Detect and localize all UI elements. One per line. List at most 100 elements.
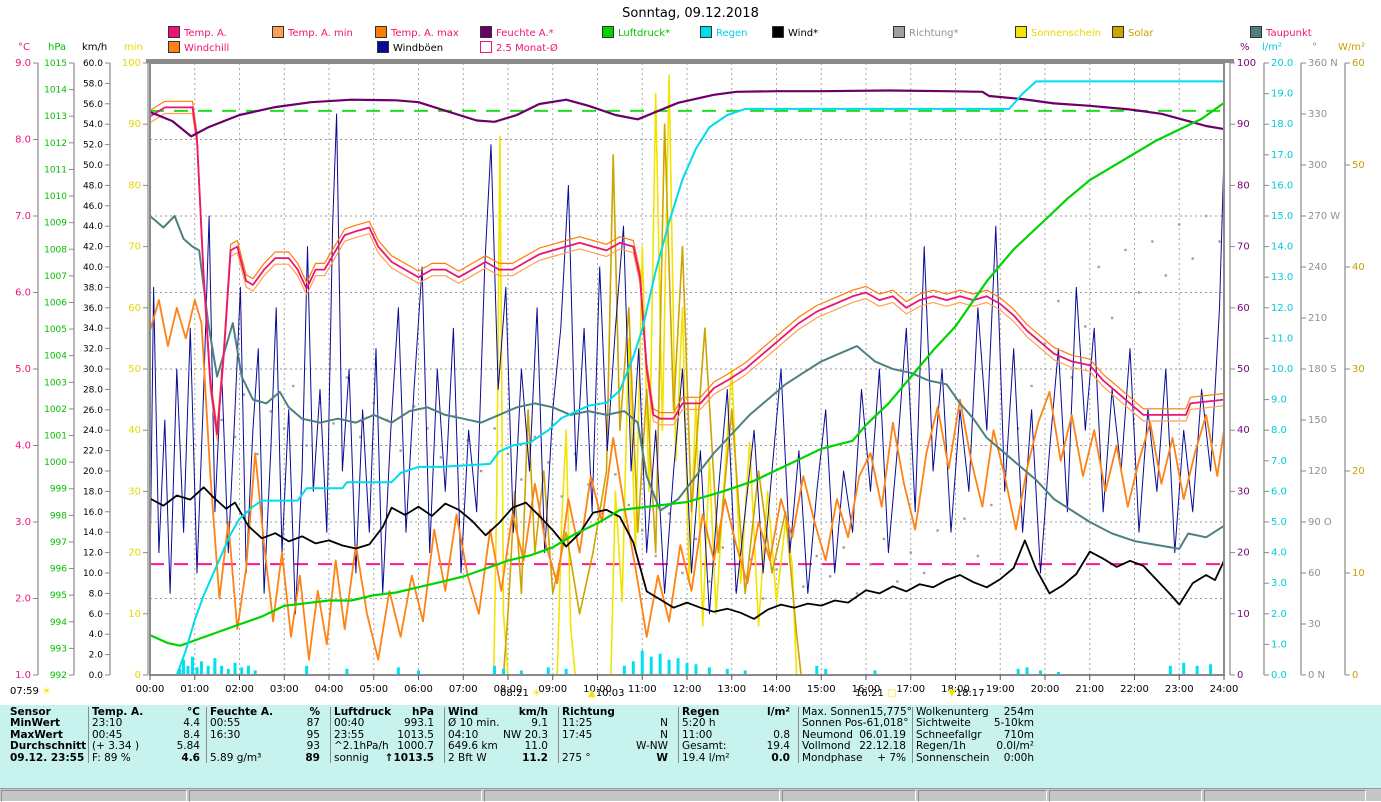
svg-text:330: 330 [1308,109,1327,120]
svg-text:1007: 1007 [44,272,67,282]
svg-text:7.0: 7.0 [1271,456,1287,467]
svg-text:11.0: 11.0 [1271,333,1293,344]
status-bar [0,788,1381,802]
sunrise-icon: ☀ [532,688,541,699]
svg-text:30: 30 [128,486,141,497]
svg-text:1004: 1004 [44,352,67,362]
svg-text:28.0: 28.0 [83,385,103,395]
svg-text:90: 90 [128,119,141,130]
stat-col-misc: Wolkenunterg 254m Sichtweite 5-10km Schneefa… [916,706,1034,764]
svg-text:80: 80 [128,180,141,191]
svg-text:0 N: 0 N [1308,670,1325,681]
svg-text:80: 80 [1237,180,1250,191]
stats-table: Sensor MinWert MaxWert Durchschnitt 09.12. 2… [0,705,1381,800]
stat-col-luftdruck: Luftdruck hPa 00:40 993.1 23:55 1013.5 ^2.1hPa… [334,706,434,764]
svg-text:60: 60 [128,303,141,314]
axis-hpa: 1015 1014 1013 1012 1011 1010 1009 1008 1007 1006… [44,59,75,681]
svg-text:30: 30 [1308,619,1321,630]
svg-text:40: 40 [128,425,141,436]
svg-text:20.0: 20.0 [83,467,103,477]
table-separator [678,707,679,763]
x-tick-label: 20:00 [1031,684,1060,695]
x-tick-label: 06:00 [404,684,433,695]
svg-text:20: 20 [128,548,141,559]
svg-text:13.0: 13.0 [1271,272,1293,283]
x-tick-label: 05:00 [359,684,388,695]
svg-text:1001: 1001 [44,432,67,442]
svg-text:40.0: 40.0 [83,263,103,273]
svg-text:7.0: 7.0 [15,211,31,222]
stat-col-wind: Wind km/h Ø 10 min. 9.1 04:10 NW 20.3 649.6 km… [448,706,548,764]
axis-degC: 9.0 8.0 7.0 6.0 5.0 4.0 3.0 2.0 1.0 [15,58,39,681]
svg-text:70: 70 [128,242,141,253]
svg-text:1005: 1005 [44,325,67,335]
x-tick-label: 04:00 [315,684,344,695]
svg-text:17.0: 17.0 [1271,150,1293,161]
svg-text:8.0: 8.0 [89,589,104,599]
moonset-icon: ▼ [948,688,956,699]
x-tick-label: 15:00 [807,684,836,695]
svg-text:40: 40 [1352,262,1365,273]
status-segment-6 [1049,790,1202,802]
svg-text:992: 992 [50,671,67,681]
svg-text:90 O: 90 O [1308,517,1332,528]
x-tick-label: 03:00 [270,684,299,695]
svg-text:996: 996 [50,565,67,575]
svg-text:18.0: 18.0 [1271,119,1293,130]
svg-text:20: 20 [1237,548,1250,559]
svg-text:60: 60 [1352,58,1365,69]
svg-text:40: 40 [1237,425,1250,436]
x-tick-label: 21:00 [1075,684,1104,695]
moonrise-time: ▲10:03 [588,688,625,699]
stat-col-regen: Regen l/m² 5:20 h 11:00 0.8 Gesamt: 19.4 19.4 l… [682,706,790,764]
table-separator [330,707,331,763]
svg-text:1011: 1011 [44,165,67,175]
svg-text:993: 993 [50,644,67,654]
svg-text:26.0: 26.0 [83,406,103,416]
svg-text:30: 30 [1352,364,1365,375]
svg-text:%: % [1240,42,1250,53]
svg-text:8.0: 8.0 [1271,425,1287,436]
svg-text:°C: °C [18,42,30,53]
dawn-time: 07:59 ☀ [10,686,51,697]
svg-text:48.0: 48.0 [83,181,103,191]
svg-text:300: 300 [1308,160,1327,171]
svg-text:50: 50 [1237,364,1250,375]
svg-text:270 W: 270 W [1308,211,1340,222]
x-tick-label: 02:00 [225,684,254,695]
x-tick-label: 13:00 [717,684,746,695]
svg-text:10.0: 10.0 [1271,364,1293,375]
svg-text:6.0: 6.0 [89,610,104,620]
svg-text:9.0: 9.0 [15,58,31,69]
svg-text:1014: 1014 [44,86,67,96]
x-tick-label: 24:00 [1210,684,1239,695]
x-tick-label: 14:00 [762,684,791,695]
axis-min: 1009080706050403020100 [122,58,149,681]
svg-text:14.0: 14.0 [1271,242,1293,253]
table-separator [558,707,559,763]
moonrise-icon: ▲ [588,688,596,699]
x-tick-label: 01:00 [180,684,209,695]
svg-text:998: 998 [50,511,67,521]
svg-text:90: 90 [1237,119,1250,130]
svg-text:1015: 1015 [44,59,67,69]
svg-text:2.0: 2.0 [89,651,104,661]
svg-text:46.0: 46.0 [83,202,103,212]
svg-text:20.0: 20.0 [1271,58,1293,69]
svg-text:3.0: 3.0 [1271,578,1287,589]
svg-text:W/m²: W/m² [1338,42,1365,53]
stat-col-richtung: Richtung 11:25 N 17:45 N W-NW 275 ° W [562,706,668,764]
svg-text:22.0: 22.0 [83,447,103,457]
axis-kmh: 60.0 58.0 56.0 54.0 52.0 50.0 48.0 46.0 44.0 42.0… [83,59,111,681]
svg-text:4.0: 4.0 [1271,548,1287,559]
svg-text:1008: 1008 [44,245,67,255]
svg-text:2.0: 2.0 [1271,609,1287,620]
svg-text:997: 997 [50,538,67,548]
svg-text:995: 995 [50,591,67,601]
svg-text:10: 10 [1352,568,1365,579]
svg-text:54.0: 54.0 [83,120,103,130]
svg-text:4.0: 4.0 [89,630,104,640]
svg-text:16.0: 16.0 [1271,180,1293,191]
svg-text:19.0: 19.0 [1271,89,1293,100]
status-segment-7 [1204,790,1366,802]
